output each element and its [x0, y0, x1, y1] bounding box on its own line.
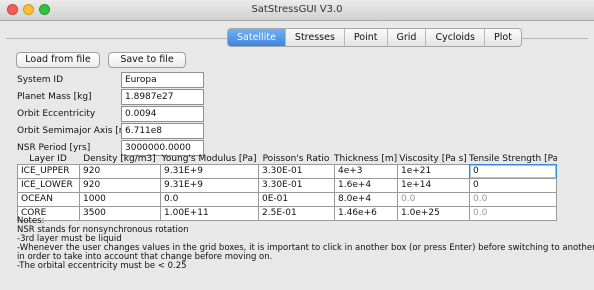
grid-cell[interactable]: ICE_UPPER	[17, 164, 80, 179]
system-id-label: System ID	[17, 75, 64, 85]
planet-mass-field[interactable]: 1.8987e27	[121, 89, 204, 105]
grid-cell[interactable]: 1e+14	[397, 178, 470, 193]
grid-cell[interactable]: OCEAN	[17, 192, 80, 207]
grid-cell[interactable]: 9.31E+9	[160, 178, 259, 193]
orbit-eccentricity-label: Orbit Eccentricity	[17, 109, 96, 119]
grid-cell[interactable]: 0E-01	[258, 192, 335, 207]
table-row: OCEAN 1000 0.0 0E-01 8.0e+4 0.0 0.0	[17, 192, 557, 207]
tab-plot[interactable]: Plot	[485, 29, 521, 46]
grid-cell-selected[interactable]: 0	[469, 164, 557, 179]
tab-satellite[interactable]: Satellite	[228, 29, 286, 46]
title-bar: SatStressGUI V3.0	[0, 0, 594, 21]
column-header: Viscosity [Pa s]	[399, 154, 467, 164]
orbit-semimajor-axis-field[interactable]: 6.711e8	[121, 123, 204, 139]
grid-cell[interactable]: 1.6e+4	[334, 178, 398, 193]
grid-cell[interactable]: 4e+3	[334, 164, 398, 179]
planet-mass-label: Planet Mass [kg]	[17, 92, 92, 102]
grid-cell[interactable]: 1e+21	[397, 164, 470, 179]
column-header: Layer ID	[29, 154, 67, 164]
grid-header-row: Layer ID Density [kg/m3] Young's Modulus…	[17, 154, 557, 164]
tab-cycloids[interactable]: Cycloids	[426, 29, 486, 46]
nsr-period-label: NSR Period [yrs]	[17, 143, 91, 153]
column-header: Density [kg/m3]	[83, 154, 156, 164]
column-header: Young's Modulus [Pa]	[161, 154, 257, 164]
grid-cell[interactable]: 0.0	[160, 192, 259, 207]
notes-section: Notes: NSR stands for nonsynchronous rot…	[17, 217, 594, 271]
note-line: -The orbital eccentricity must be < 0.25	[17, 261, 187, 271]
grid-cell[interactable]: 920	[79, 178, 161, 193]
tab-point[interactable]: Point	[345, 29, 388, 46]
orbit-semimajor-axis-label: Orbit Semimajor Axis [m]	[17, 126, 132, 136]
column-header: Tensile Strength [Pa]	[469, 154, 557, 164]
grid-cell[interactable]: 9.31E+9	[160, 164, 259, 179]
grid-cell[interactable]: 3.30E-01	[258, 164, 335, 179]
grid-cell[interactable]: 0.0	[469, 192, 557, 207]
grid-cell[interactable]: ICE_LOWER	[17, 178, 80, 193]
window-title: SatStressGUI V3.0	[251, 4, 343, 15]
grid-cell[interactable]: 920	[79, 164, 161, 179]
table-row: ICE_UPPER 920 9.31E+9 3.30E-01 4e+3 1e+2…	[17, 164, 557, 179]
grid-cell[interactable]: 1000	[79, 192, 161, 207]
grid-cell[interactable]: 3.30E-01	[258, 178, 335, 193]
save-to-file-button[interactable]: Save to file	[108, 52, 186, 68]
column-header: Thickness [m]	[334, 154, 397, 164]
tab-grid[interactable]: Grid	[388, 29, 427, 46]
column-header: Poisson's Ratio	[262, 154, 330, 164]
table-row: ICE_LOWER 920 9.31E+9 3.30E-01 1.6e+4 1e…	[17, 178, 557, 193]
tab-bar: Satellite Stresses Point Grid Cycloids P…	[227, 28, 522, 47]
tab-stresses[interactable]: Stresses	[286, 29, 345, 46]
layer-grid: Layer ID Density [kg/m3] Young's Modulus…	[17, 154, 557, 221]
system-id-field[interactable]: Europa	[121, 72, 204, 88]
grid-cell[interactable]: 8.0e+4	[334, 192, 398, 207]
orbit-eccentricity-field[interactable]: 0.0094	[121, 106, 204, 122]
load-from-file-button[interactable]: Load from file	[16, 52, 100, 68]
grid-cell[interactable]: 0.0	[397, 192, 470, 207]
grid-cell[interactable]: 0	[469, 178, 557, 193]
